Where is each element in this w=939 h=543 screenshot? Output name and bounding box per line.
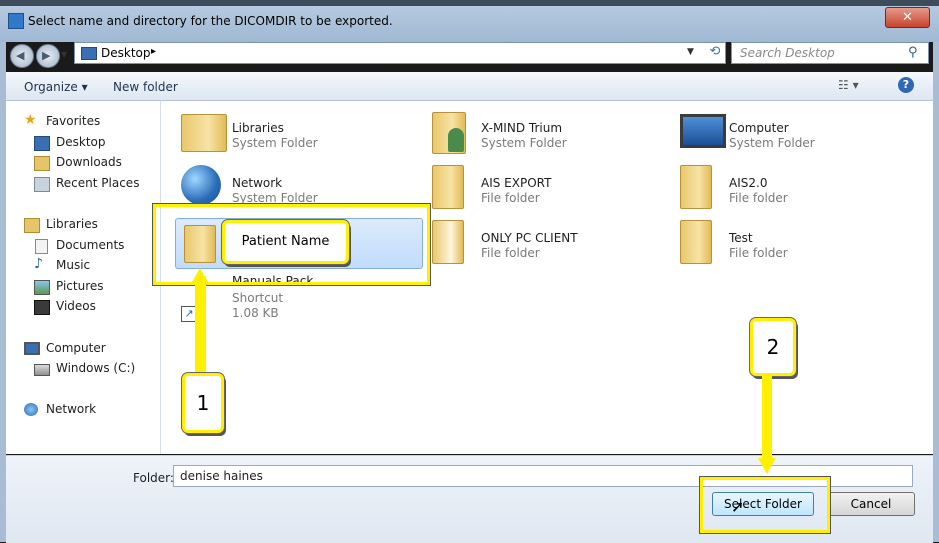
window-right-border xyxy=(933,42,939,542)
file-type: File folder xyxy=(729,191,788,205)
sidebar-item-label: Documents xyxy=(56,238,125,252)
file-item-only-pc-client[interactable]: ONLY PC CLIENT File folder xyxy=(430,220,660,270)
sidebar-item-label: Pictures xyxy=(56,279,104,293)
sidebar-item-label: Music xyxy=(56,258,91,272)
sidebar-item-label: Network xyxy=(46,402,97,416)
close-button[interactable]: ✕ xyxy=(885,7,930,28)
step-2-callout: 2 xyxy=(750,318,796,376)
sidebar-item-label: Videos xyxy=(56,299,96,313)
sidebar-item-label: Computer xyxy=(46,341,106,355)
computer-icon xyxy=(680,114,726,148)
videos-icon xyxy=(34,300,50,315)
organize-button[interactable]: Organize ▾ xyxy=(24,80,88,94)
callout-1-pointer xyxy=(195,276,206,374)
user-icon xyxy=(448,128,464,152)
refresh-icon[interactable]: ⟲ xyxy=(707,44,723,61)
step-1-callout: 1 xyxy=(182,373,224,433)
command-toolbar: Organize ▾ New folder ☷ ▾ ? xyxy=(6,72,933,101)
file-item-test[interactable]: Test File folder xyxy=(678,220,908,270)
folder-icon xyxy=(680,220,712,264)
file-name: Libraries xyxy=(232,121,284,135)
address-dropdown-icon[interactable]: ▼ xyxy=(687,47,694,57)
recent-places-icon xyxy=(34,177,50,192)
pictures-icon xyxy=(34,280,50,295)
downloads-icon xyxy=(34,156,50,171)
file-type: System Folder xyxy=(481,136,567,150)
folder-icon xyxy=(432,165,464,209)
file-item-libraries[interactable]: Libraries System Folder xyxy=(181,110,411,160)
file-name: Test xyxy=(729,231,753,245)
file-item-ais20[interactable]: AIS2.0 File folder xyxy=(678,165,908,215)
file-type: File folder xyxy=(481,246,540,260)
sidebar-item-label: Libraries xyxy=(46,217,98,231)
sidebar-item-label: Desktop xyxy=(56,135,106,149)
drive-icon xyxy=(34,364,50,376)
file-name: AIS EXPORT xyxy=(481,176,552,190)
file-type: System Folder xyxy=(232,191,318,205)
file-size: 1.08 KB xyxy=(232,306,279,320)
breadcrumb-chevron-icon[interactable]: ▸ xyxy=(151,46,156,57)
computer-icon xyxy=(24,342,40,355)
recent-pages-dropdown-icon[interactable]: ▼ xyxy=(61,50,67,59)
file-type: Shortcut xyxy=(232,291,284,305)
search-placeholder: Search Desktop xyxy=(740,46,835,60)
cancel-button[interactable]: Cancel xyxy=(827,492,915,516)
file-type: System Folder xyxy=(729,136,815,150)
libraries-icon xyxy=(24,218,40,233)
app-icon xyxy=(8,13,24,29)
file-type: File folder xyxy=(729,246,788,260)
select-folder-highlight xyxy=(700,477,830,533)
back-arrow-icon: ◀ xyxy=(16,49,25,62)
file-name: Computer xyxy=(729,121,789,135)
desktop-icon xyxy=(81,47,97,60)
file-name: Network xyxy=(232,176,283,190)
folder-icon xyxy=(680,165,712,209)
sidebar-item-label: Windows (C:) xyxy=(56,361,136,375)
sidebar-item-label: Downloads xyxy=(56,155,122,169)
documents-icon xyxy=(35,239,48,254)
callout-2-pointer xyxy=(762,373,772,459)
help-icon[interactable]: ? xyxy=(898,77,914,93)
back-button[interactable]: ◀ xyxy=(10,44,34,68)
network-globe-icon xyxy=(181,165,221,205)
forward-button[interactable]: ▶ xyxy=(36,44,60,68)
search-input[interactable]: Search Desktop ⚲ xyxy=(731,42,929,64)
background-window-strip xyxy=(0,0,939,6)
libraries-folder-icon xyxy=(181,114,227,152)
desktop-icon xyxy=(34,136,50,151)
callout-2-arrowhead-icon xyxy=(758,458,776,474)
sidebar-item-label: Favorites xyxy=(46,114,101,128)
file-item-computer[interactable]: Computer System Folder xyxy=(678,110,908,160)
folder-name-value[interactable]: denise haines xyxy=(180,469,263,483)
file-type: System Folder xyxy=(232,136,318,150)
change-view-icon[interactable]: ☷ ▾ xyxy=(838,78,859,92)
address-location[interactable]: Desktop xyxy=(101,46,151,60)
forward-arrow-icon: ▶ xyxy=(42,49,51,62)
search-icon[interactable]: ⚲ xyxy=(908,45,918,60)
address-bar[interactable]: Desktop ▸ ▼ ⟲ xyxy=(74,42,726,64)
file-name: ONLY PC CLIENT xyxy=(481,231,578,245)
file-type: File folder xyxy=(481,191,540,205)
sidebar-item-label: Recent Places xyxy=(56,176,140,190)
patient-name-callout: Patient Name xyxy=(222,220,349,264)
file-name: AIS2.0 xyxy=(729,176,768,190)
file-name: X-MIND Trium xyxy=(481,121,563,135)
network-icon xyxy=(24,403,38,416)
music-icon: ♪ xyxy=(34,256,43,272)
folder-label: Folder: xyxy=(133,471,174,485)
file-item-x-mind-trium[interactable]: X-MIND Trium System Folder xyxy=(430,110,660,160)
star-icon: ★ xyxy=(24,112,37,128)
navigation-pane: ★ Favorites Desktop Downloads Recent Pla… xyxy=(6,101,161,454)
callout-1-arrowhead-icon xyxy=(192,268,208,282)
dialog-title: Select name and directory for the DICOMD… xyxy=(28,14,393,28)
folder-icon xyxy=(432,220,464,264)
new-folder-button[interactable]: New folder xyxy=(113,80,178,94)
file-item-ais-export[interactable]: AIS EXPORT File folder xyxy=(430,165,660,215)
